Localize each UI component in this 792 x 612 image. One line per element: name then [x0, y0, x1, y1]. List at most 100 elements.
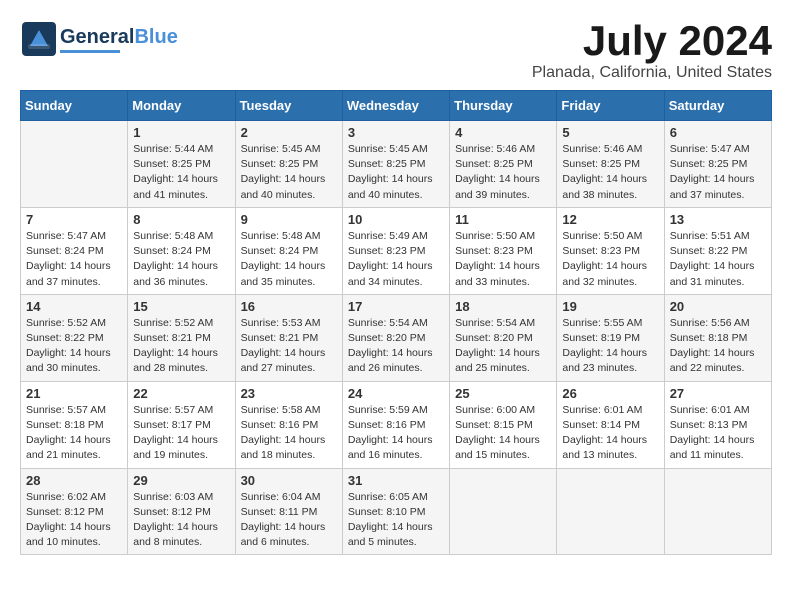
- cell-info: Sunrise: 5:50 AM Sunset: 8:23 PM Dayligh…: [455, 229, 551, 290]
- day-number: 27: [670, 386, 766, 401]
- calendar-cell: 25 Sunrise: 6:00 AM Sunset: 8:15 PM Dayli…: [450, 381, 557, 468]
- weekday-header-thursday: Thursday: [450, 91, 557, 121]
- calendar-cell: 12 Sunrise: 5:50 AM Sunset: 8:23 PM Dayli…: [557, 207, 664, 294]
- calendar-table: SundayMondayTuesdayWednesdayThursdayFrid…: [20, 90, 772, 555]
- cell-info: Sunrise: 6:03 AM Sunset: 8:12 PM Dayligh…: [133, 490, 229, 551]
- calendar-cell: 15 Sunrise: 5:52 AM Sunset: 8:21 PM Dayli…: [128, 294, 235, 381]
- calendar-cell: 16 Sunrise: 5:53 AM Sunset: 8:21 PM Dayli…: [235, 294, 342, 381]
- day-number: 18: [455, 299, 551, 314]
- cell-info: Sunrise: 6:01 AM Sunset: 8:13 PM Dayligh…: [670, 403, 766, 464]
- day-number: 25: [455, 386, 551, 401]
- day-number: 5: [562, 125, 658, 140]
- cell-info: Sunrise: 5:52 AM Sunset: 8:21 PM Dayligh…: [133, 316, 229, 377]
- day-number: 24: [348, 386, 444, 401]
- calendar-week-row: 1 Sunrise: 5:44 AM Sunset: 8:25 PM Daylig…: [21, 121, 772, 208]
- cell-info: Sunrise: 5:54 AM Sunset: 8:20 PM Dayligh…: [348, 316, 444, 377]
- calendar-cell: 27 Sunrise: 6:01 AM Sunset: 8:13 PM Dayli…: [664, 381, 771, 468]
- cell-info: Sunrise: 5:45 AM Sunset: 8:25 PM Dayligh…: [241, 142, 337, 203]
- day-number: 6: [670, 125, 766, 140]
- calendar-cell: 10Sunrise: 5:49 AM Sunset: 8:23 PM Dayli…: [342, 207, 449, 294]
- weekday-header-friday: Friday: [557, 91, 664, 121]
- cell-info: Sunrise: 6:01 AM Sunset: 8:14 PM Dayligh…: [562, 403, 658, 464]
- day-number: 7: [26, 212, 122, 227]
- calendar-cell: [557, 468, 664, 555]
- calendar-cell: 29Sunrise: 6:03 AM Sunset: 8:12 PM Dayli…: [128, 468, 235, 555]
- weekday-header-wednesday: Wednesday: [342, 91, 449, 121]
- calendar-cell: 13 Sunrise: 5:51 AM Sunset: 8:22 PM Dayli…: [664, 207, 771, 294]
- calendar-cell: [21, 121, 128, 208]
- logo-text-blue: Blue: [134, 26, 177, 48]
- day-number: 9: [241, 212, 337, 227]
- day-number: 15: [133, 299, 229, 314]
- weekday-header-monday: Monday: [128, 91, 235, 121]
- day-number: 12: [562, 212, 658, 227]
- calendar-cell: 22 Sunrise: 5:57 AM Sunset: 8:17 PM Dayli…: [128, 381, 235, 468]
- cell-info: Sunrise: 5:59 AM Sunset: 8:16 PM Dayligh…: [348, 403, 444, 464]
- calendar-cell: 26 Sunrise: 6:01 AM Sunset: 8:14 PM Dayli…: [557, 381, 664, 468]
- cell-info: Sunrise: 6:04 AM Sunset: 8:11 PM Dayligh…: [241, 490, 337, 551]
- cell-info: Sunrise: 5:56 AM Sunset: 8:18 PM Dayligh…: [670, 316, 766, 377]
- location: Planada, California, United States: [532, 64, 772, 82]
- calendar-week-row: 7 Sunrise: 5:47 AM Sunset: 8:24 PM Daylig…: [21, 207, 772, 294]
- day-number: 28: [26, 473, 122, 488]
- weekday-header-row: SundayMondayTuesdayWednesdayThursdayFrid…: [21, 91, 772, 121]
- calendar-cell: 17 Sunrise: 5:54 AM Sunset: 8:20 PM Dayli…: [342, 294, 449, 381]
- day-number: 2: [241, 125, 337, 140]
- day-number: 22: [133, 386, 229, 401]
- cell-info: Sunrise: 5:53 AM Sunset: 8:21 PM Dayligh…: [241, 316, 337, 377]
- cell-info: Sunrise: 5:51 AM Sunset: 8:22 PM Dayligh…: [670, 229, 766, 290]
- cell-info: Sunrise: 6:02 AM Sunset: 8:12 PM Dayligh…: [26, 490, 122, 551]
- cell-info: Sunrise: 5:54 AM Sunset: 8:20 PM Dayligh…: [455, 316, 551, 377]
- cell-info: Sunrise: 5:50 AM Sunset: 8:23 PM Dayligh…: [562, 229, 658, 290]
- calendar-cell: 20 Sunrise: 5:56 AM Sunset: 8:18 PM Dayli…: [664, 294, 771, 381]
- cell-info: Sunrise: 6:05 AM Sunset: 8:10 PM Dayligh…: [348, 490, 444, 551]
- cell-info: Sunrise: 5:47 AM Sunset: 8:24 PM Dayligh…: [26, 229, 122, 290]
- calendar-cell: 4Sunrise: 5:46 AM Sunset: 8:25 PM Daylig…: [450, 121, 557, 208]
- calendar-cell: 18 Sunrise: 5:54 AM Sunset: 8:20 PM Dayli…: [450, 294, 557, 381]
- day-number: 20: [670, 299, 766, 314]
- day-number: 4: [455, 125, 551, 140]
- cell-info: Sunrise: 5:44 AM Sunset: 8:25 PM Dayligh…: [133, 142, 229, 203]
- day-number: 13: [670, 212, 766, 227]
- calendar-cell: 9Sunrise: 5:48 AM Sunset: 8:24 PM Daylig…: [235, 207, 342, 294]
- cell-info: Sunrise: 5:58 AM Sunset: 8:16 PM Dayligh…: [241, 403, 337, 464]
- calendar-cell: 1 Sunrise: 5:44 AM Sunset: 8:25 PM Daylig…: [128, 121, 235, 208]
- day-number: 26: [562, 386, 658, 401]
- day-number: 17: [348, 299, 444, 314]
- cell-info: Sunrise: 5:57 AM Sunset: 8:17 PM Dayligh…: [133, 403, 229, 464]
- day-number: 19: [562, 299, 658, 314]
- calendar-cell: 8 Sunrise: 5:48 AM Sunset: 8:24 PM Daylig…: [128, 207, 235, 294]
- page-header: GeneralBlue July 2024 Planada, Californi…: [20, 20, 772, 82]
- weekday-header-tuesday: Tuesday: [235, 91, 342, 121]
- calendar-cell: 30Sunrise: 6:04 AM Sunset: 8:11 PM Dayli…: [235, 468, 342, 555]
- calendar-cell: 14 Sunrise: 5:52 AM Sunset: 8:22 PM Dayli…: [21, 294, 128, 381]
- cell-info: Sunrise: 5:55 AM Sunset: 8:19 PM Dayligh…: [562, 316, 658, 377]
- logo-text-general: General: [60, 26, 134, 48]
- day-number: 3: [348, 125, 444, 140]
- calendar-cell: 19 Sunrise: 5:55 AM Sunset: 8:19 PM Dayli…: [557, 294, 664, 381]
- weekday-header-sunday: Sunday: [21, 91, 128, 121]
- calendar-cell: 23 Sunrise: 5:58 AM Sunset: 8:16 PM Dayli…: [235, 381, 342, 468]
- day-number: 23: [241, 386, 337, 401]
- calendar-cell: 3 Sunrise: 5:45 AM Sunset: 8:25 PM Daylig…: [342, 121, 449, 208]
- cell-info: Sunrise: 5:52 AM Sunset: 8:22 PM Dayligh…: [26, 316, 122, 377]
- calendar-week-row: 21Sunrise: 5:57 AM Sunset: 8:18 PM Dayli…: [21, 381, 772, 468]
- calendar-cell: 24 Sunrise: 5:59 AM Sunset: 8:16 PM Dayli…: [342, 381, 449, 468]
- cell-info: Sunrise: 6:00 AM Sunset: 8:15 PM Dayligh…: [455, 403, 551, 464]
- day-number: 11: [455, 212, 551, 227]
- day-number: 1: [133, 125, 229, 140]
- calendar-cell: 7 Sunrise: 5:47 AM Sunset: 8:24 PM Daylig…: [21, 207, 128, 294]
- calendar-week-row: 14 Sunrise: 5:52 AM Sunset: 8:22 PM Dayli…: [21, 294, 772, 381]
- weekday-header-saturday: Saturday: [664, 91, 771, 121]
- logo: GeneralBlue: [20, 20, 178, 58]
- calendar-cell: [664, 468, 771, 555]
- cell-info: Sunrise: 5:45 AM Sunset: 8:25 PM Dayligh…: [348, 142, 444, 203]
- day-number: 16: [241, 299, 337, 314]
- title-block: July 2024 Planada, California, United St…: [532, 20, 772, 82]
- day-number: 8: [133, 212, 229, 227]
- day-number: 31: [348, 473, 444, 488]
- cell-info: Sunrise: 5:48 AM Sunset: 8:24 PM Dayligh…: [133, 229, 229, 290]
- day-number: 14: [26, 299, 122, 314]
- cell-info: Sunrise: 5:57 AM Sunset: 8:18 PM Dayligh…: [26, 403, 122, 464]
- calendar-cell: 31 Sunrise: 6:05 AM Sunset: 8:10 PM Dayli…: [342, 468, 449, 555]
